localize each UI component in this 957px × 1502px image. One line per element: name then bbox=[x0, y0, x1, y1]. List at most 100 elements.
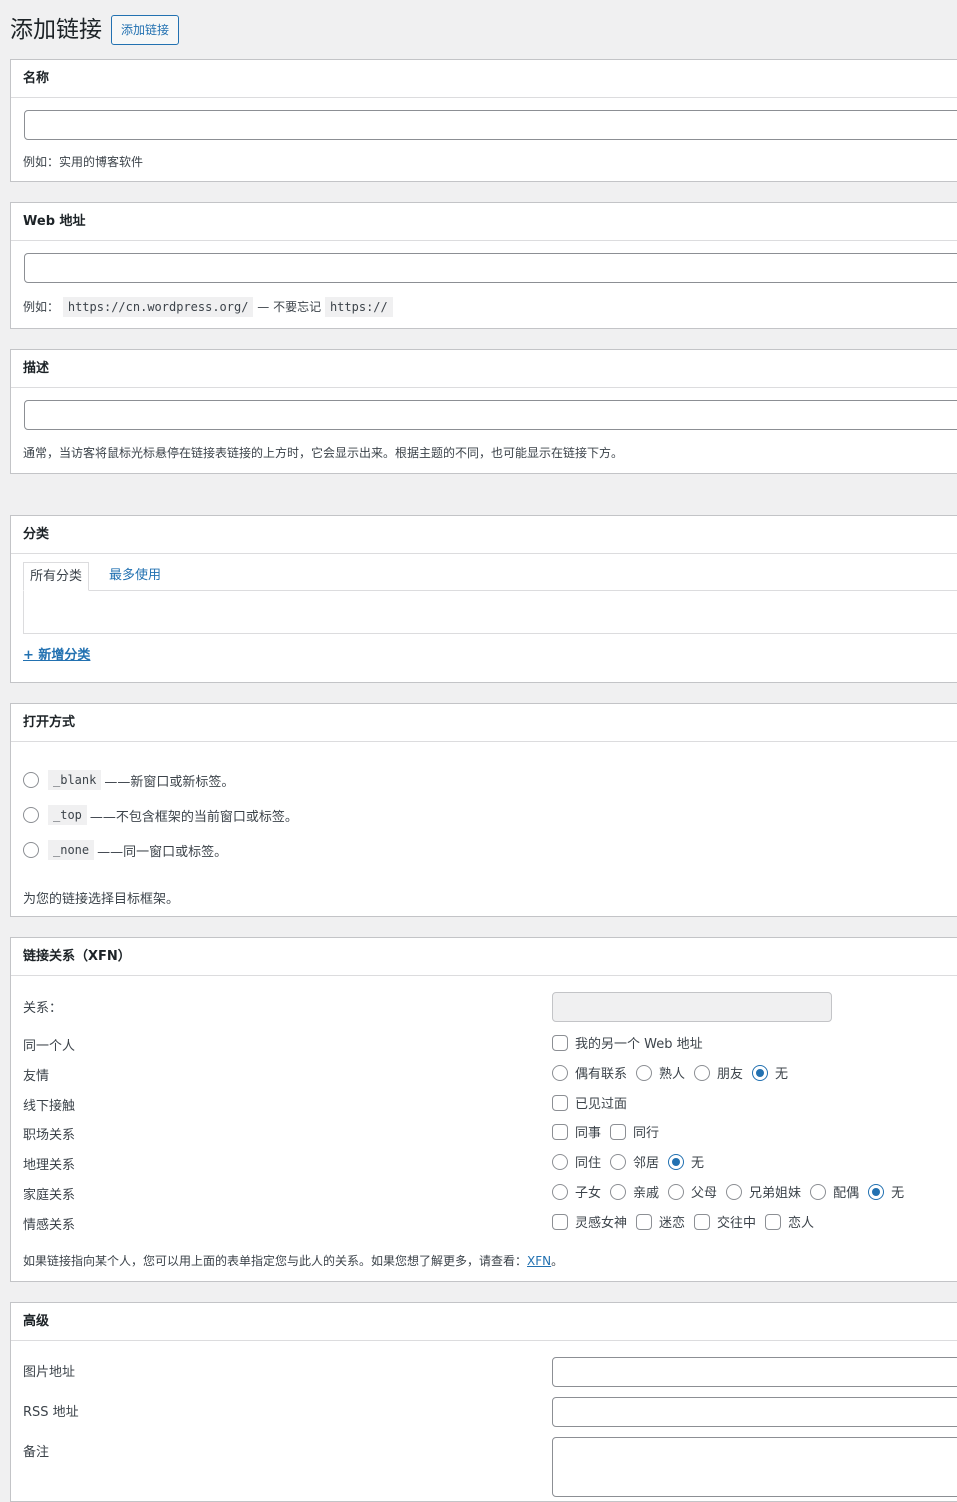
xfn-option[interactable]: 兄弟姐妹 bbox=[726, 1182, 801, 1201]
xfn-radio[interactable] bbox=[552, 1064, 568, 1081]
target-box: 打开方式 _blank ——新窗口或新标签。 _top ——不包含框架的当前窗口… bbox=[10, 703, 957, 917]
xfn-row-label: 家庭关系 bbox=[23, 1188, 76, 1203]
xfn-radio[interactable] bbox=[610, 1153, 627, 1170]
advanced-box-title: 高级 bbox=[11, 1303, 957, 1341]
xfn-checkbox[interactable] bbox=[552, 1094, 568, 1111]
category-tabs: 所有分类 最多使用 bbox=[23, 562, 957, 634]
target-option-none[interactable]: _none ——同一窗口或标签。 bbox=[23, 840, 227, 860]
xfn-option[interactable]: 子女 bbox=[552, 1182, 601, 1201]
xfn-radio[interactable] bbox=[868, 1183, 885, 1200]
xfn-option[interactable]: 配偶 bbox=[810, 1182, 859, 1201]
xfn-row-options: 子女 亲戚 父母 兄弟姐妹 配偶 无 bbox=[552, 1182, 913, 1201]
notes-label: 备注 bbox=[23, 1445, 50, 1460]
description-input[interactable] bbox=[24, 400, 957, 430]
xfn-option[interactable]: 无 bbox=[668, 1152, 704, 1171]
xfn-option-label: 熟人 bbox=[659, 1067, 686, 1082]
xfn-option-label: 灵感女神 bbox=[575, 1216, 628, 1231]
xfn-option[interactable]: 我的另一个 Web 地址 bbox=[552, 1033, 703, 1052]
xfn-checkbox[interactable] bbox=[552, 1123, 568, 1140]
target-blank-radio[interactable] bbox=[23, 772, 39, 788]
target-none-code: _none bbox=[48, 840, 95, 860]
xfn-link[interactable]: XFN bbox=[527, 1254, 551, 1268]
xfn-checkbox[interactable] bbox=[552, 1034, 568, 1051]
xfn-checkbox[interactable] bbox=[765, 1213, 782, 1230]
xfn-row-options: 同住 邻居 无 bbox=[552, 1152, 713, 1171]
xfn-checkbox[interactable] bbox=[610, 1123, 627, 1140]
target-top-desc: ——不包含框架的当前窗口或标签。 bbox=[89, 809, 298, 825]
xfn-option[interactable]: 邻居 bbox=[610, 1152, 659, 1171]
notes-textarea[interactable] bbox=[552, 1437, 957, 1497]
xfn-radio[interactable] bbox=[668, 1183, 685, 1200]
tab-most-used[interactable]: 最多使用 bbox=[109, 562, 161, 591]
xfn-radio[interactable] bbox=[636, 1064, 653, 1081]
target-option-top[interactable]: _top ——不包含框架的当前窗口或标签。 bbox=[23, 805, 298, 825]
xfn-hint-suffix: 。 bbox=[551, 1254, 564, 1268]
xfn-checkbox[interactable] bbox=[694, 1213, 711, 1230]
target-none-radio[interactable] bbox=[23, 842, 39, 858]
xfn-option[interactable]: 熟人 bbox=[636, 1063, 685, 1082]
xfn-option[interactable]: 灵感女神 bbox=[552, 1212, 627, 1231]
target-none-desc: ——同一窗口或标签。 bbox=[97, 844, 228, 860]
xfn-checkbox[interactable] bbox=[552, 1213, 568, 1230]
xfn-option-label: 邻居 bbox=[633, 1156, 660, 1171]
url-input[interactable] bbox=[24, 253, 957, 283]
xfn-option[interactable]: 已见过面 bbox=[552, 1093, 627, 1112]
xfn-row-options: 同事 同行 bbox=[552, 1122, 668, 1141]
xfn-row-options: 灵感女神 迷恋 交往中 恋人 bbox=[552, 1212, 823, 1231]
xfn-row-options: 我的另一个 Web 地址 bbox=[552, 1033, 712, 1052]
xfn-option[interactable]: 朋友 bbox=[694, 1063, 743, 1082]
name-input[interactable] bbox=[24, 110, 957, 140]
target-blank-desc: ——新窗口或新标签。 bbox=[104, 774, 235, 790]
xfn-radio[interactable] bbox=[668, 1153, 685, 1170]
add-link-button[interactable]: 添加链接 bbox=[111, 15, 180, 45]
category-box-title: 分类 bbox=[11, 516, 957, 554]
xfn-row-label: 地理关系 bbox=[23, 1158, 76, 1173]
xfn-option-label: 子女 bbox=[575, 1186, 602, 1201]
xfn-option-label: 兄弟姐妹 bbox=[749, 1186, 802, 1201]
xfn-option-label: 已见过面 bbox=[575, 1097, 628, 1112]
xfn-radio[interactable] bbox=[810, 1183, 827, 1200]
xfn-checkbox[interactable] bbox=[636, 1213, 653, 1230]
xfn-option[interactable]: 偶有联系 bbox=[552, 1063, 627, 1082]
tab-all-categories[interactable]: 所有分类 bbox=[23, 562, 90, 591]
url-hint-mid: — 不要忘记 bbox=[257, 300, 322, 314]
xfn-option[interactable]: 父母 bbox=[668, 1182, 717, 1201]
rss-url-input[interactable] bbox=[552, 1397, 957, 1427]
xfn-row-label: 同一个人 bbox=[23, 1039, 76, 1054]
xfn-option-label: 同事 bbox=[575, 1126, 602, 1141]
xfn-option[interactable]: 恋人 bbox=[765, 1212, 814, 1231]
xfn-option-label: 我的另一个 Web 地址 bbox=[575, 1037, 703, 1052]
xfn-radio[interactable] bbox=[752, 1064, 769, 1081]
xfn-option[interactable]: 亲戚 bbox=[610, 1182, 659, 1201]
name-hint: 例如：实用的博客软件 bbox=[23, 155, 144, 169]
xfn-option-label: 恋人 bbox=[788, 1216, 815, 1231]
xfn-radio[interactable] bbox=[552, 1183, 568, 1200]
xfn-option-label: 亲戚 bbox=[633, 1186, 660, 1201]
xfn-option[interactable]: 同行 bbox=[610, 1122, 659, 1141]
xfn-rel-input[interactable] bbox=[552, 992, 832, 1022]
xfn-option[interactable]: 迷恋 bbox=[636, 1212, 685, 1231]
add-category-link[interactable]: + 新增分类 bbox=[23, 644, 90, 663]
target-option-blank[interactable]: _blank ——新窗口或新标签。 bbox=[23, 770, 234, 790]
url-hint: 例如： https://cn.wordpress.org/ — 不要忘记 htt… bbox=[23, 297, 393, 317]
xfn-option[interactable]: 无 bbox=[752, 1063, 788, 1082]
target-top-code: _top bbox=[48, 805, 87, 825]
xfn-radio[interactable] bbox=[552, 1153, 568, 1170]
target-top-radio[interactable] bbox=[23, 807, 39, 823]
image-url-input[interactable] bbox=[552, 1357, 957, 1387]
xfn-box: 链接关系（XFN） 关系： 同一个人 我的另一个 Web 地址 友情 偶有联系 熟人 朋友… bbox=[10, 937, 957, 1282]
xfn-option[interactable]: 同事 bbox=[552, 1122, 601, 1141]
xfn-row-options: 已见过面 bbox=[552, 1093, 636, 1112]
xfn-row-label: 线下接触 bbox=[23, 1099, 76, 1114]
xfn-option-label: 无 bbox=[691, 1156, 705, 1171]
xfn-radio[interactable] bbox=[694, 1064, 711, 1081]
rss-url-label: RSS 地址 bbox=[23, 1405, 79, 1420]
url-hint-prefix: 例如： bbox=[23, 300, 60, 314]
xfn-option-label: 无 bbox=[891, 1186, 905, 1201]
xfn-option[interactable]: 交往中 bbox=[694, 1212, 756, 1231]
xfn-radio[interactable] bbox=[610, 1183, 627, 1200]
xfn-option[interactable]: 无 bbox=[868, 1182, 904, 1201]
xfn-box-title: 链接关系（XFN） bbox=[11, 938, 957, 976]
xfn-radio[interactable] bbox=[726, 1183, 743, 1200]
xfn-option[interactable]: 同住 bbox=[552, 1152, 601, 1171]
